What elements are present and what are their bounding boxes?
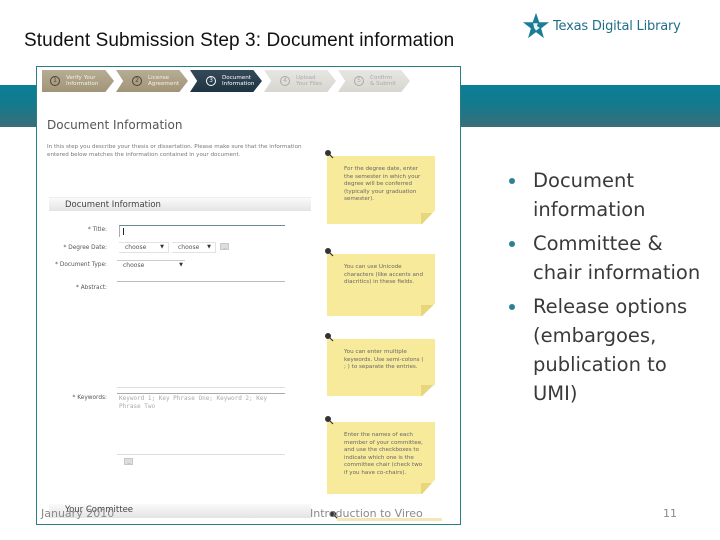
degree-date-label: * Degree Date: [63, 245, 108, 251]
step-label-line2: Information [66, 81, 99, 87]
document-type-select[interactable]: choose ▼ [117, 260, 185, 271]
step-label-line2: & Submit [370, 81, 396, 87]
embedded-screenshot: 1 Verify Your Information 2 License Agreem… [36, 66, 461, 525]
texas-star-icon [522, 12, 550, 39]
keywords-textarea-top [117, 393, 285, 394]
help-note-committee: Enter the names of each member of your c… [327, 422, 435, 494]
degree-year-value: choose [178, 244, 200, 251]
bullet-item: Committee & chair information [506, 229, 706, 287]
logo-text: Texas Digital Library [553, 18, 681, 34]
progress-steps: 1 Verify Your Information 2 License Agreem… [42, 70, 412, 92]
pushpin-icon [325, 416, 334, 425]
step-upload-files[interactable]: 4 Upload Your Files [264, 70, 336, 92]
keywords-label: * Keywords: [72, 395, 107, 401]
page-heading: Document Information [47, 118, 183, 132]
step-verify-information[interactable]: 1 Verify Your Information [42, 70, 114, 92]
degree-month-select[interactable]: choose ▼ [119, 242, 169, 253]
help-note-unicode: You can use Unicode characters (like acc… [327, 254, 435, 316]
step-number: 1 [50, 76, 60, 86]
abstract-textarea-top[interactable] [117, 281, 285, 282]
tdl-logo: Texas Digital Library [522, 12, 681, 40]
pushpin-icon [325, 150, 334, 159]
step-label-line2: Your Files [296, 81, 322, 87]
document-type-value: choose [123, 262, 145, 269]
step-label-line2: Information [222, 81, 255, 87]
bullet-item: Document information [506, 166, 706, 224]
footer-date: January 2010 [41, 507, 115, 520]
teal-band-left [0, 85, 37, 127]
section-header-document-information: Document Information [49, 197, 311, 211]
help-note-degree-date: For the degree date, enter the semester … [327, 156, 435, 224]
step-number: 3 [206, 76, 216, 86]
step-number: 5 [354, 76, 364, 86]
note-text: You can enter multiple keywords. Use sem… [344, 349, 424, 371]
note-text: You can use Unicode characters (like acc… [344, 264, 424, 286]
intro-text: In this step you describe your thesis or… [47, 144, 302, 158]
bullet-list: Document information Committee & chair i… [506, 166, 706, 413]
step-label-line2: Agreement [148, 81, 180, 87]
dropdown-caret-icon: ▼ [179, 262, 183, 268]
bullet-item: Release options (embargoes, publication … [506, 292, 706, 408]
step-label-line1: Document [222, 74, 251, 81]
pushpin-icon [325, 248, 334, 257]
slide-title: Student Submission Step 3: Document info… [24, 30, 455, 51]
step-document-information[interactable]: 3 Document Information [190, 70, 262, 92]
section-title: Document Information [65, 200, 161, 210]
footer-center-text: Introduction to Vireo [310, 507, 423, 520]
step-label-line1: Confirm [370, 74, 393, 81]
help-comment-icon[interactable] [124, 458, 133, 465]
note-text: Enter the names of each member of your c… [344, 432, 423, 476]
document-type-label: * Document Type: [55, 262, 107, 268]
degree-month-value: choose [125, 244, 147, 251]
abstract-textarea-bottom [117, 387, 285, 388]
degree-year-select[interactable]: choose ▼ [172, 242, 216, 253]
step-number: 4 [280, 76, 290, 86]
step-license-agreement[interactable]: 2 License Agreement [116, 70, 188, 92]
note-text: For the degree date, enter the semester … [344, 166, 421, 203]
pushpin-icon [325, 333, 334, 342]
step-confirm-submit[interactable]: 5 Confirm & Submit [338, 70, 410, 92]
help-note-keywords: You can enter multiple keywords. Use sem… [327, 339, 435, 396]
dropdown-caret-icon: ▼ [207, 244, 211, 250]
step-label-line1: License [148, 74, 170, 81]
slide-page-number: 11 [663, 507, 677, 520]
abstract-label: * Abstract: [75, 285, 107, 291]
keywords-textarea-bottom [117, 454, 285, 455]
teal-band-right [460, 85, 720, 127]
keywords-textarea[interactable]: Keyword 1; Key Phrase One; Keyword 2; Ke… [119, 395, 279, 411]
help-comment-icon[interactable] [220, 243, 229, 250]
step-number: 2 [132, 76, 142, 86]
title-label: * Title: [87, 227, 107, 233]
dropdown-caret-icon: ▼ [160, 244, 164, 250]
step-label-line1: Upload [296, 74, 316, 81]
step-label-line1: Verify Your [66, 74, 96, 81]
title-input[interactable] [119, 225, 285, 237]
